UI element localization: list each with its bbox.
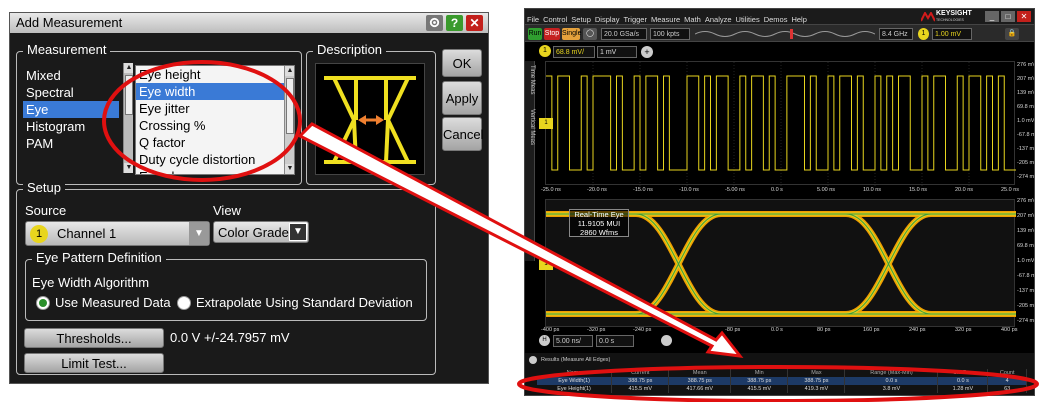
- highlight-arrow: [297, 122, 744, 358]
- highlight-ellipse-list: [102, 60, 302, 182]
- highlight-annotations: [102, 60, 1039, 402]
- highlight-ellipse-results: [517, 365, 1039, 402]
